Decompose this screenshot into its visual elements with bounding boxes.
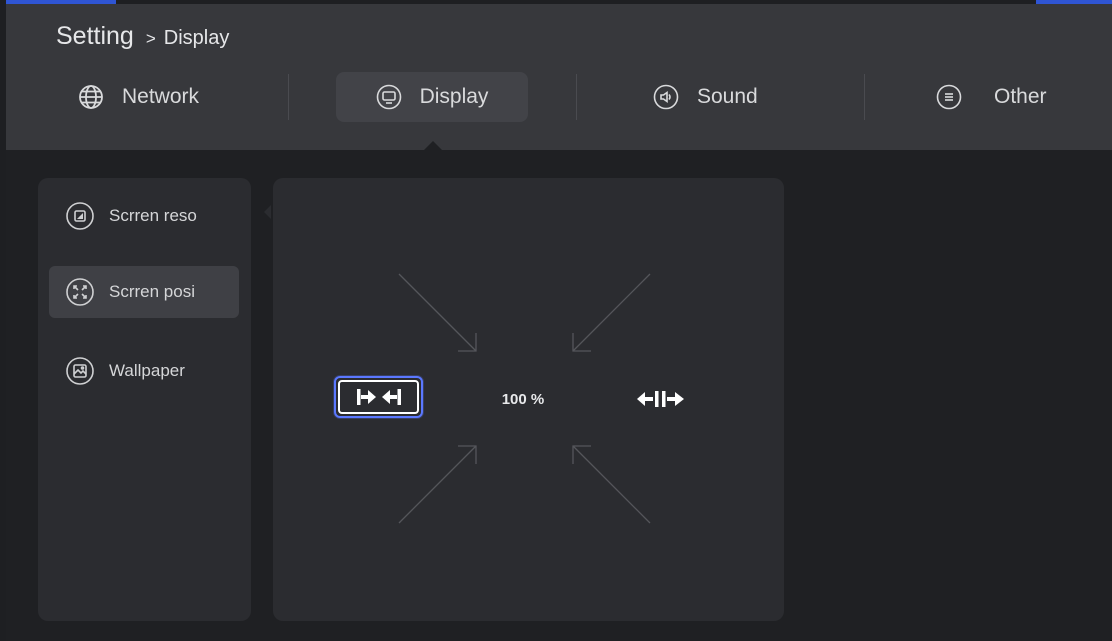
sidebar-item-wallpaper[interactable]: Wallpaper (49, 345, 239, 397)
tab-divider (576, 74, 577, 120)
monitor-icon (376, 84, 402, 110)
shrink-button[interactable] (334, 376, 423, 418)
sidebar-item-screen-resolution[interactable]: Scrren reso (49, 190, 239, 242)
speaker-icon (653, 84, 679, 110)
tab-divider (288, 74, 289, 120)
breadcrumb-root[interactable]: Setting (56, 22, 134, 51)
screen-position-panel: 100 % (273, 178, 784, 621)
tab-other[interactable]: Other (936, 72, 1047, 122)
active-tab-caret (424, 141, 442, 150)
resolution-icon (65, 201, 95, 231)
sidebar-item-screen-position[interactable]: Scrren posi (49, 266, 239, 318)
sidebar-item-label: Wallpaper (109, 361, 185, 380)
tab-display[interactable]: Display (336, 72, 528, 122)
globe-icon (78, 84, 104, 110)
expand-arrows-icon (637, 391, 684, 407)
wallpaper-icon (65, 356, 95, 386)
tab-display-label: Display (419, 85, 489, 108)
shrink-button-inner (338, 380, 419, 414)
tab-divider (864, 74, 865, 120)
tab-sound[interactable]: Sound (653, 72, 758, 122)
settings-window: Setting > Display Network Display Sound … (6, 4, 1112, 641)
header-bar: Setting > Display Network Display Sound … (6, 4, 1112, 150)
tab-sound-label: Sound (697, 85, 758, 108)
expand-button[interactable] (628, 384, 708, 414)
sidebar: Scrren reso Scrren posi Wallpaper (38, 178, 251, 621)
breadcrumb: Setting > Display (56, 22, 229, 51)
position-icon (65, 277, 95, 307)
shrink-arrows-icon (356, 389, 401, 405)
sidebar-item-label: Scrren posi (109, 282, 195, 301)
sidebar-pointer (264, 205, 271, 219)
sidebar-item-label: Scrren reso (109, 206, 197, 225)
breadcrumb-current: Display (163, 27, 230, 49)
breadcrumb-separator: > (145, 29, 156, 48)
zoom-value: 100 % (501, 391, 545, 408)
tab-network[interactable]: Network (78, 72, 199, 122)
menu-lines-icon (936, 84, 962, 110)
tab-network-label: Network (122, 85, 200, 108)
tab-other-label: Other (994, 85, 1047, 108)
